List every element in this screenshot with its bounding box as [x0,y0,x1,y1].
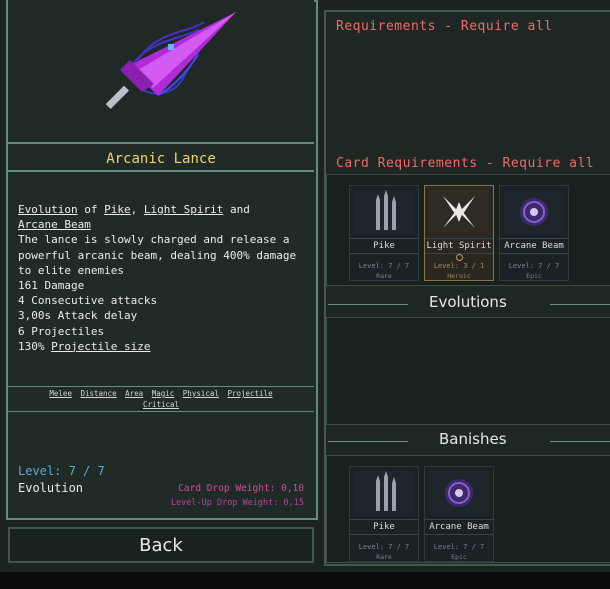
stat-value: 130% [18,339,45,353]
card-level: Level: 7 / 7 [433,543,485,551]
evolutions-list [326,317,610,425]
banishes-row: Pike Level: 7 / 7 Rare Arcane Beam Level… [326,455,610,563]
item-title: Arcanic Lance [8,142,314,172]
banish-card-arcane-beam[interactable]: Arcane Beam Level: 7 / 7 Epic [424,466,494,562]
banishes-header: Banishes [326,430,610,452]
light-spirit-card-icon [429,190,489,234]
item-description-block: Evolution of Pike, Light Spirit and Arca… [18,202,308,354]
card-rarity: Heroic [447,272,471,280]
card-level: Level: 7 / 7 [358,262,410,270]
card-name: Arcane Beam [500,238,568,254]
card-pike[interactable]: Pike Level: 7 / 7 Rare [349,185,419,281]
card-requirements-row: Pike Level: 7 / 7 Rare Light Spirit Leve… [326,174,610,286]
pike-card-icon [354,190,414,234]
and-text: and [229,203,250,216]
bottom-bar [0,572,610,589]
levelup-drop-weight: Level-Up Drop Weight: 0,15 [170,498,304,508]
arcane-beam-card-icon [504,190,564,234]
divider [328,304,408,305]
of-text: of [84,203,98,216]
evolutions-header: Evolutions [326,293,610,315]
item-description: The lance is slowly charged and release … [18,233,297,277]
item-type: Evolution [18,481,84,495]
tag-magic[interactable]: Magic [152,389,175,398]
card-drop-weight: Card Drop Weight: 0,10 [178,483,304,494]
evolutions-title: Evolutions [429,293,507,311]
projectile-size-link[interactable]: Projectile size [51,340,150,353]
pike-card-icon [354,471,414,515]
card-level: Level: 7 / 7 [508,262,560,270]
source-link-arcane-beam[interactable]: Arcane Beam [18,218,91,231]
arcane-beam-card-icon [429,471,489,515]
card-rarity: Epic [526,272,542,280]
card-rarity: Rare [376,272,392,280]
tag-critical[interactable]: Critical [143,400,179,409]
item-artwork [8,0,314,142]
card-level: Level: 7 / 7 [358,543,410,551]
stat-line: 3,00s Attack delay [18,309,138,323]
banish-card-pike[interactable]: Pike Level: 7 / 7 Rare [349,466,419,562]
card-arcane-beam[interactable]: Arcane Beam Level: 7 / 7 Epic [499,185,569,281]
divider [550,441,610,442]
tag-list: Melee Distance Area Magic Physical Proje… [8,386,314,412]
card-name: Pike [350,238,418,254]
tag-area[interactable]: Area [125,389,143,398]
item-level: Level: 7 / 7 [18,464,105,478]
back-button[interactable]: Back [8,527,314,563]
tag-physical[interactable]: Physical [183,389,219,398]
requirements-title: Requirements - Require all [336,19,553,34]
lance-icon [105,12,236,110]
stat-line: 4 Consecutive attacks [18,294,158,308]
level-indicator-icon [456,254,463,261]
tag-projectile[interactable]: Projectile [227,389,272,398]
tag-melee[interactable]: Melee [49,389,72,398]
card-requirements-title: Card Requirements - Require all [336,156,595,171]
banishes-title: Banishes [439,430,507,448]
evolution-sources-line: Evolution of Pike, Light Spirit and Arca… [18,202,308,232]
divider [550,304,610,305]
card-level: Level: 3 / 1 [433,262,485,270]
card-rarity: Rare [376,553,392,561]
divider [328,441,408,442]
card-light-spirit[interactable]: Light Spirit Level: 3 / 1 Heroic [424,185,494,281]
card-rarity: Epic [451,553,467,561]
source-link-pike[interactable]: Pike [104,203,131,216]
card-name: Arcane Beam [425,519,493,535]
source-link-light-spirit[interactable]: Light Spirit [144,203,223,216]
tag-distance[interactable]: Distance [80,389,116,398]
evolution-link[interactable]: Evolution [18,203,78,216]
stat-line: 130% Projectile size [18,339,308,354]
stat-line: 161 Damage [18,279,85,293]
stat-line: 6 Projectiles [18,324,105,338]
card-name: Light Spirit [425,238,493,254]
comma-text: , [130,203,138,216]
card-name: Pike [350,519,418,535]
